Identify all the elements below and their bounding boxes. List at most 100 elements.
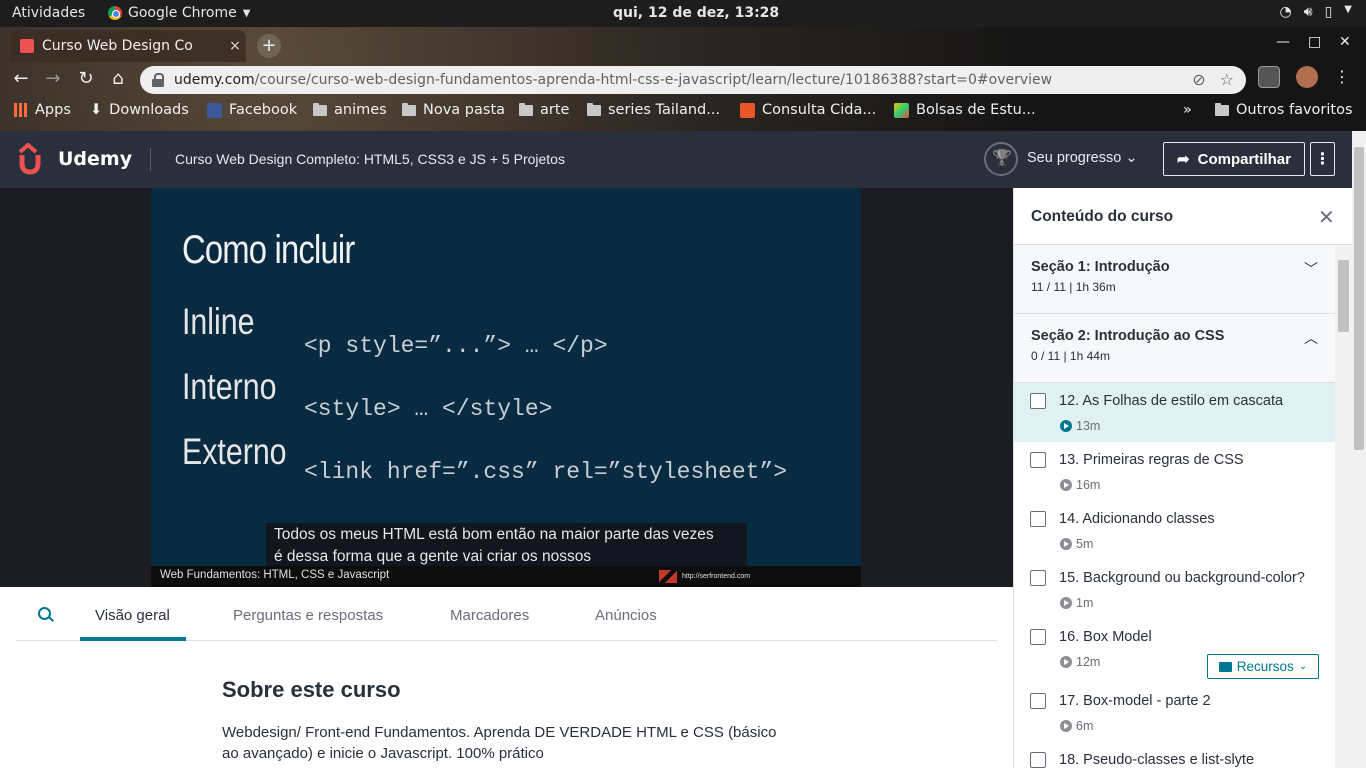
volume-icon: 🔊︎: [1303, 4, 1313, 20]
lecture-checkbox[interactable]: [1030, 752, 1046, 768]
activities-button[interactable]: Atividades: [12, 5, 85, 21]
clock[interactable]: qui, 12 de dez, 13:28: [613, 5, 779, 21]
bookmark-folder-animes[interactable]: animes: [313, 102, 387, 118]
folder-icon: [402, 102, 416, 116]
forward-icon[interactable]: →: [42, 68, 64, 90]
page-scrollbar-thumb[interactable]: [1354, 147, 1364, 450]
chevron-down-icon: ﹀: [1304, 262, 1318, 278]
udemy-header: Udemy Curso Web Design Completo: HTML5, …: [0, 131, 1352, 188]
search-icon[interactable]: [38, 607, 52, 621]
bookmark-star-icon[interactable]: ☆: [1220, 70, 1234, 89]
progress-dropdown[interactable]: Seu progresso ⌄: [1027, 150, 1138, 166]
new-tab-button[interactable]: +: [257, 34, 281, 58]
slide-term: Interno: [182, 366, 277, 407]
slide-term: Externo: [182, 431, 287, 472]
resources-button[interactable]: Recursos ⌄: [1207, 654, 1319, 679]
home-icon[interactable]: ⌂: [107, 68, 129, 90]
profile-avatar[interactable]: [1296, 66, 1318, 88]
close-tab-icon[interactable]: ×: [224, 38, 246, 54]
trophy-icon[interactable]: [984, 142, 1018, 176]
slide-title: Como incluir: [182, 228, 355, 272]
lecture-item[interactable]: 18. Pseudo-classes e list-slyte: [1014, 742, 1336, 768]
browser-tab[interactable]: Curso Web Design Co ×: [10, 30, 246, 62]
bookmark-folder-series[interactable]: series Tailand...: [587, 102, 720, 118]
tab-anuncios[interactable]: Anúncios: [595, 607, 657, 624]
section-2[interactable]: Seção 2: Introdução ao CSS 0 / 11 | 1h 4…: [1014, 314, 1336, 383]
section-1[interactable]: Seção 1: Introdução 11 / 11 | 1h 36m ﹀: [1014, 245, 1336, 314]
system-top-bar: Atividades Google Chrome ▼ qui, 12 de de…: [0, 0, 1366, 27]
chevron-down-icon: ⌄: [1298, 661, 1308, 672]
lecture-item[interactable]: 17. Box-model - parte 2 6m: [1014, 683, 1336, 742]
address-bar[interactable]: udemy.com/course/curso-web-design-fundam…: [140, 66, 1246, 94]
slide-code: <style> … </style>: [304, 396, 553, 422]
play-icon: [1060, 597, 1072, 609]
video-slide[interactable]: Como incluir Inline Interno Externo <p s…: [151, 188, 861, 566]
app-name: Google Chrome: [128, 5, 237, 21]
bookmark-other[interactable]: Outros favoritos: [1215, 102, 1353, 118]
folder-icon: [1215, 102, 1229, 116]
udemy-logo[interactable]: Udemy: [16, 143, 132, 175]
slide-code: <link href=”.css” rel=”stylesheet”>: [304, 459, 788, 485]
bookmark-consulta[interactable]: Consulta Cida...: [740, 102, 876, 118]
reload-icon[interactable]: ↻: [75, 68, 97, 90]
serfrontend-logo-icon: [659, 570, 677, 583]
system-tray[interactable]: ◔ 🔊︎ ▯ ▼: [1280, 4, 1352, 20]
minimize-icon[interactable]: —: [1276, 34, 1290, 50]
chevron-down-icon: ▼: [242, 7, 251, 19]
share-button[interactable]: ➦ Compartilhar: [1163, 142, 1305, 176]
lecture-checkbox[interactable]: [1030, 511, 1046, 527]
more-options-button[interactable]: ⋮: [1310, 142, 1335, 176]
blocked-popup-icon[interactable]: ⊘: [1192, 70, 1205, 89]
course-content-sidebar: Conteúdo do curso ✕ Seção 1: Introdução …: [1013, 188, 1353, 768]
bookmark-downloads[interactable]: ⬇ Downloads: [90, 102, 189, 118]
course-title-link[interactable]: Curso Web Design Completo: HTML5, CSS3 e…: [175, 151, 565, 167]
tab-marcadores[interactable]: Marcadores: [450, 607, 529, 624]
section-title: Seção 2: Introdução ao CSS: [1031, 328, 1225, 344]
folder-icon: [519, 102, 533, 116]
lecture-item[interactable]: 13. Primeiras regras de CSS 16m: [1014, 442, 1336, 501]
lecture-checkbox[interactable]: [1030, 452, 1046, 468]
tab-perguntas[interactable]: Perguntas e respostas: [233, 607, 383, 624]
section-meta: 11 / 11 | 1h 36m: [1031, 280, 1116, 294]
chrome-menu-icon[interactable]: ⋮: [1334, 66, 1350, 88]
brand-name: Udemy: [58, 148, 133, 170]
lecture-title: 15. Background ou background-color?: [1059, 570, 1305, 586]
facebook-icon: [207, 102, 222, 118]
lecture-item[interactable]: 16. Box Model 12m Recursos ⌄: [1014, 619, 1336, 683]
lecture-duration: 16m: [1076, 478, 1101, 492]
bookmarks-overflow-button[interactable]: »: [1183, 102, 1192, 118]
lecture-checkbox[interactable]: [1030, 693, 1046, 709]
lecture-title: 17. Box-model - parte 2: [1059, 693, 1211, 709]
tab-visao-geral[interactable]: Visão geral: [95, 607, 170, 624]
bookmark-folder-nova-pasta[interactable]: Nova pasta: [402, 102, 505, 118]
extension-icon[interactable]: [1258, 66, 1280, 88]
bookmark-facebook[interactable]: Facebook: [207, 102, 297, 118]
lecture-details: Visão geral Perguntas e respostas Marcad…: [0, 587, 1013, 768]
url-path: /course/curso-web-design-fundamentos-apr…: [254, 72, 1053, 88]
download-icon: ⬇: [90, 102, 103, 118]
lecture-item[interactable]: 12. As Folhas de estilo em cascata 13m: [1014, 383, 1336, 442]
active-tab-indicator: [80, 637, 186, 641]
battery-icon: ▯: [1324, 4, 1333, 20]
folder-open-icon: [1218, 661, 1232, 672]
close-window-icon[interactable]: ✕: [1339, 34, 1351, 50]
bookmark-bolsas[interactable]: Bolsas de Estu...: [894, 102, 1036, 118]
bookmark-folder-arte[interactable]: arte: [519, 102, 569, 118]
app-menu[interactable]: Google Chrome ▼: [108, 5, 250, 21]
consulta-favicon-icon: [740, 102, 755, 118]
lecture-checkbox[interactable]: [1030, 629, 1046, 645]
video-footer-title: Web Fundamentos: HTML, CSS e Javascript: [160, 569, 390, 581]
sidebar-scrollbar-thumb[interactable]: [1338, 260, 1349, 332]
bookmark-apps[interactable]: Apps: [14, 102, 71, 118]
close-icon[interactable]: ✕: [1318, 205, 1335, 229]
udemy-u-icon: [18, 143, 41, 175]
lecture-item[interactable]: 14. Adicionando classes 5m: [1014, 501, 1336, 560]
lecture-item[interactable]: 15. Background ou background-color? 1m: [1014, 560, 1336, 619]
folder-icon: [313, 102, 327, 116]
maximize-icon[interactable]: □: [1308, 34, 1321, 50]
chevron-up-icon: ︿: [1304, 331, 1318, 347]
lecture-checkbox[interactable]: [1030, 570, 1046, 586]
lecture-checkbox[interactable]: [1030, 393, 1046, 409]
back-icon[interactable]: ←: [10, 68, 32, 90]
play-icon: [1060, 720, 1072, 732]
